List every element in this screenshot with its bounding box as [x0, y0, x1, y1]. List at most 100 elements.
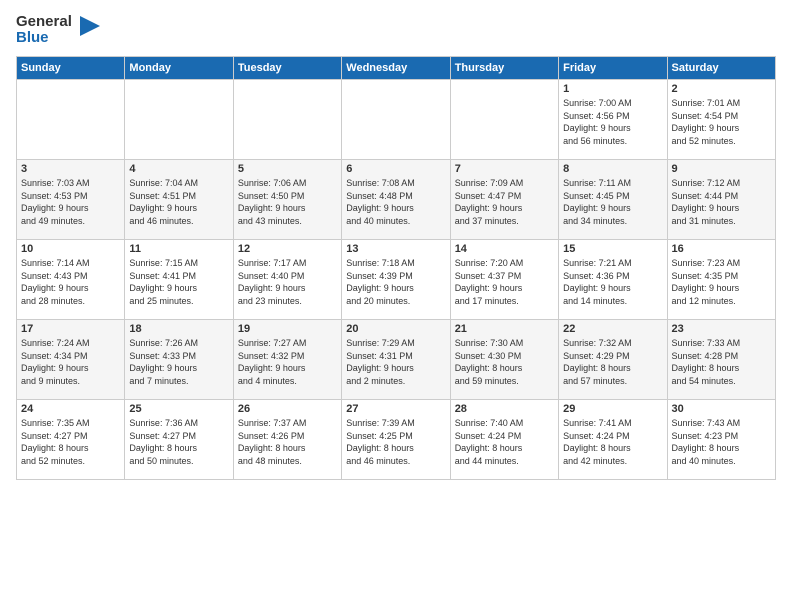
weekday-header: Sunday — [17, 57, 125, 80]
day-info: Sunrise: 7:20 AMSunset: 4:37 PMDaylight:… — [455, 257, 554, 307]
calendar-cell: 15 Sunrise: 7:21 AMSunset: 4:36 PMDayligh… — [559, 240, 667, 320]
calendar-cell: 7Sunrise: 7:09 AMSunset: 4:47 PMDaylight… — [450, 160, 558, 240]
day-number: 18 — [129, 323, 228, 335]
day-number: 17 — [21, 323, 120, 335]
calendar-cell: 28 Sunrise: 7:40 AMSunset: 4:24 PMDayligh… — [450, 400, 558, 480]
calendar-cell: 16 Sunrise: 7:23 AMSunset: 4:35 PMDayligh… — [667, 240, 775, 320]
calendar-cell — [233, 80, 341, 160]
day-number: 29 — [563, 403, 662, 415]
day-info: Sunrise: 7:08 AMSunset: 4:48 PMDaylight:… — [346, 177, 445, 227]
calendar-cell: 8 Sunrise: 7:11 AMSunset: 4:45 PMDaylight… — [559, 160, 667, 240]
day-number: 2 — [672, 83, 771, 95]
calendar-header-row: SundayMondayTuesdayWednesdayThursdayFrid… — [17, 57, 776, 80]
day-number: 21 — [455, 323, 554, 335]
day-info: Sunrise: 7:17 AMSunset: 4:40 PMDaylight:… — [238, 257, 337, 307]
day-info: Sunrise: 7:43 AMSunset: 4:23 PMDaylight:… — [672, 417, 771, 467]
day-info: Sunrise: 7:06 AMSunset: 4:50 PMDaylight:… — [238, 177, 337, 227]
day-info: Sunrise: 7:11 AMSunset: 4:45 PMDaylight:… — [563, 177, 662, 227]
day-number: 12 — [238, 243, 337, 255]
calendar-cell: 13 Sunrise: 7:18 AMSunset: 4:39 PMDayligh… — [342, 240, 450, 320]
day-info: Sunrise: 7:24 AMSunset: 4:34 PMDaylight:… — [21, 337, 120, 387]
day-number: 8 — [563, 163, 662, 175]
calendar-cell: 10Sunrise: 7:14 AMSunset: 4:43 PMDayligh… — [17, 240, 125, 320]
day-number: 15 — [563, 243, 662, 255]
day-info: Sunrise: 7:14 AMSunset: 4:43 PMDaylight:… — [21, 257, 120, 307]
calendar-cell: 19 Sunrise: 7:27 AMSunset: 4:32 PMDayligh… — [233, 320, 341, 400]
day-number: 3 — [21, 163, 120, 175]
day-info: Sunrise: 7:21 AMSunset: 4:36 PMDaylight:… — [563, 257, 662, 307]
weekday-header: Saturday — [667, 57, 775, 80]
week-row: 24 Sunrise: 7:35 AMSunset: 4:27 PMDayligh… — [17, 400, 776, 480]
day-info: Sunrise: 7:29 AMSunset: 4:31 PMDaylight:… — [346, 337, 445, 387]
week-row: 1Sunrise: 7:00 AMSunset: 4:56 PMDaylight… — [17, 80, 776, 160]
day-number: 4 — [129, 163, 228, 175]
day-info: Sunrise: 7:32 AMSunset: 4:29 PMDaylight:… — [563, 337, 662, 387]
calendar-cell: 18 Sunrise: 7:26 AMSunset: 4:33 PMDayligh… — [125, 320, 233, 400]
calendar-cell: 4 Sunrise: 7:04 AMSunset: 4:51 PMDaylight… — [125, 160, 233, 240]
day-info: Sunrise: 7:04 AMSunset: 4:51 PMDaylight:… — [129, 177, 228, 227]
week-row: 3 Sunrise: 7:03 AMSunset: 4:53 PMDaylight… — [17, 160, 776, 240]
day-info: Sunrise: 7:26 AMSunset: 4:33 PMDaylight:… — [129, 337, 228, 387]
day-info: Sunrise: 7:41 AMSunset: 4:24 PMDaylight:… — [563, 417, 662, 467]
day-info: Sunrise: 7:35 AMSunset: 4:27 PMDaylight:… — [21, 417, 120, 467]
calendar-cell: 27 Sunrise: 7:39 AMSunset: 4:25 PMDayligh… — [342, 400, 450, 480]
calendar-cell: 24 Sunrise: 7:35 AMSunset: 4:27 PMDayligh… — [17, 400, 125, 480]
weekday-header: Friday — [559, 57, 667, 80]
day-info: Sunrise: 7:40 AMSunset: 4:24 PMDaylight:… — [455, 417, 554, 467]
calendar-cell: 30Sunrise: 7:43 AMSunset: 4:23 PMDayligh… — [667, 400, 775, 480]
day-info: Sunrise: 7:18 AMSunset: 4:39 PMDaylight:… — [346, 257, 445, 307]
calendar: SundayMondayTuesdayWednesdayThursdayFrid… — [16, 56, 776, 480]
logo-blue: Blue — [16, 30, 72, 47]
day-number: 14 — [455, 243, 554, 255]
weekday-header: Monday — [125, 57, 233, 80]
day-info: Sunrise: 7:36 AMSunset: 4:27 PMDaylight:… — [129, 417, 228, 467]
day-info: Sunrise: 7:01 AMSunset: 4:54 PMDaylight:… — [672, 97, 771, 147]
week-row: 17 Sunrise: 7:24 AMSunset: 4:34 PMDayligh… — [17, 320, 776, 400]
day-number: 11 — [129, 243, 228, 255]
calendar-cell: 3 Sunrise: 7:03 AMSunset: 4:53 PMDaylight… — [17, 160, 125, 240]
page: General Blue SundayMondayTuesdayWednesda… — [0, 0, 792, 612]
calendar-cell: 29 Sunrise: 7:41 AMSunset: 4:24 PMDayligh… — [559, 400, 667, 480]
day-info: Sunrise: 7:23 AMSunset: 4:35 PMDaylight:… — [672, 257, 771, 307]
day-number: 24 — [21, 403, 120, 415]
calendar-cell: 5 Sunrise: 7:06 AMSunset: 4:50 PMDaylight… — [233, 160, 341, 240]
week-row: 10Sunrise: 7:14 AMSunset: 4:43 PMDayligh… — [17, 240, 776, 320]
calendar-cell: 1Sunrise: 7:00 AMSunset: 4:56 PMDaylight… — [559, 80, 667, 160]
calendar-cell: 17 Sunrise: 7:24 AMSunset: 4:34 PMDayligh… — [17, 320, 125, 400]
day-info: Sunrise: 7:27 AMSunset: 4:32 PMDaylight:… — [238, 337, 337, 387]
day-number: 20 — [346, 323, 445, 335]
day-number: 28 — [455, 403, 554, 415]
calendar-cell: 25 Sunrise: 7:36 AMSunset: 4:27 PMDayligh… — [125, 400, 233, 480]
day-info: Sunrise: 7:00 AMSunset: 4:56 PMDaylight:… — [563, 97, 662, 147]
day-number: 7 — [455, 163, 554, 175]
calendar-cell: 12 Sunrise: 7:17 AMSunset: 4:40 PMDayligh… — [233, 240, 341, 320]
day-info: Sunrise: 7:15 AMSunset: 4:41 PMDaylight:… — [129, 257, 228, 307]
day-number: 16 — [672, 243, 771, 255]
day-info: Sunrise: 7:33 AMSunset: 4:28 PMDaylight:… — [672, 337, 771, 387]
day-number: 25 — [129, 403, 228, 415]
calendar-cell: 21 Sunrise: 7:30 AMSunset: 4:30 PMDayligh… — [450, 320, 558, 400]
calendar-cell: 22 Sunrise: 7:32 AMSunset: 4:29 PMDayligh… — [559, 320, 667, 400]
weekday-header: Wednesday — [342, 57, 450, 80]
day-info: Sunrise: 7:39 AMSunset: 4:25 PMDaylight:… — [346, 417, 445, 467]
logo-flag-icon — [74, 12, 102, 48]
calendar-cell: 2 Sunrise: 7:01 AMSunset: 4:54 PMDaylight… — [667, 80, 775, 160]
day-number: 26 — [238, 403, 337, 415]
day-number: 9 — [672, 163, 771, 175]
day-info: Sunrise: 7:03 AMSunset: 4:53 PMDaylight:… — [21, 177, 120, 227]
day-info: Sunrise: 7:30 AMSunset: 4:30 PMDaylight:… — [455, 337, 554, 387]
logo-general: General — [16, 14, 72, 31]
day-number: 13 — [346, 243, 445, 255]
logo-container: General Blue — [16, 12, 102, 48]
logo: General Blue — [16, 12, 102, 48]
calendar-cell: 9 Sunrise: 7:12 AMSunset: 4:44 PMDaylight… — [667, 160, 775, 240]
weekday-header: Tuesday — [233, 57, 341, 80]
day-number: 19 — [238, 323, 337, 335]
calendar-cell: 20 Sunrise: 7:29 AMSunset: 4:31 PMDayligh… — [342, 320, 450, 400]
day-number: 22 — [563, 323, 662, 335]
day-number: 27 — [346, 403, 445, 415]
calendar-cell: 26Sunrise: 7:37 AMSunset: 4:26 PMDayligh… — [233, 400, 341, 480]
calendar-cell: 23Sunrise: 7:33 AMSunset: 4:28 PMDayligh… — [667, 320, 775, 400]
day-number: 5 — [238, 163, 337, 175]
day-info: Sunrise: 7:12 AMSunset: 4:44 PMDaylight:… — [672, 177, 771, 227]
